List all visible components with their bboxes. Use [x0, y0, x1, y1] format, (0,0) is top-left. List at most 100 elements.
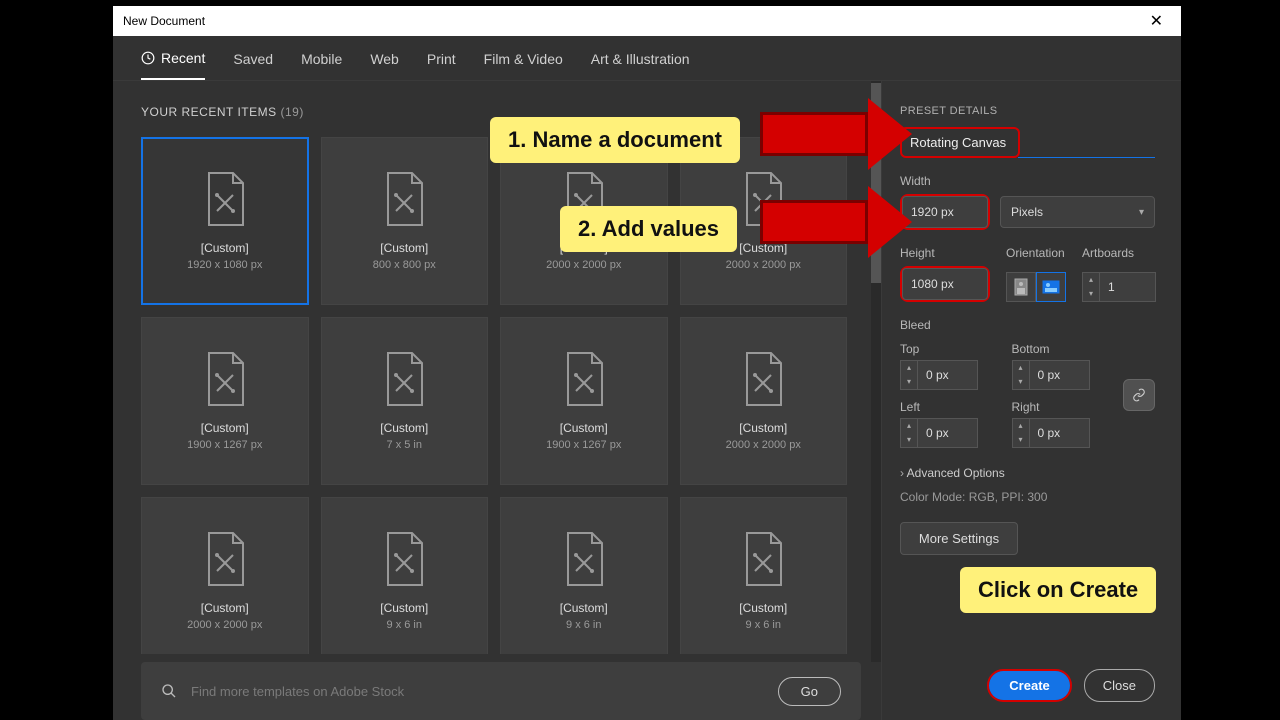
- bleed-right-label: Right: [1012, 400, 1110, 414]
- preset-card[interactable]: [Custom] 1920 x 1080 px: [141, 137, 309, 305]
- document-icon: [382, 171, 426, 227]
- more-settings-button[interactable]: More Settings: [900, 522, 1018, 555]
- annotation-step3: Click on Create: [960, 567, 1156, 613]
- close-button[interactable]: Close: [1084, 669, 1155, 702]
- bleed-left-input[interactable]: [918, 418, 978, 448]
- bleed-label: Bleed: [900, 318, 1155, 332]
- close-icon[interactable]: ✕: [1142, 7, 1171, 35]
- bleed-top-stepper[interactable]: ▴▾: [900, 360, 918, 390]
- card-title: [Custom]: [201, 421, 249, 435]
- left-panel: YOUR RECENT ITEMS (19) [Custom] 1920 x 10…: [113, 81, 881, 720]
- preset-details-heading: PRESET DETAILS: [900, 105, 1155, 117]
- card-title: [Custom]: [560, 421, 608, 435]
- preset-card[interactable]: [Custom] 7 x 5 in: [321, 317, 489, 485]
- card-dimensions: 2000 x 2000 px: [187, 619, 262, 631]
- height-label: Height: [900, 246, 990, 260]
- bleed-bottom-stepper[interactable]: ▴▾: [1012, 360, 1030, 390]
- tab-web[interactable]: Web: [370, 50, 399, 80]
- card-title: [Custom]: [380, 421, 428, 435]
- color-mode-info: Color Mode: RGB, PPI: 300: [900, 490, 1155, 504]
- tab-print[interactable]: Print: [427, 50, 456, 80]
- bleed-left-label: Left: [900, 400, 998, 414]
- orientation-label: Orientation: [1006, 246, 1066, 260]
- bleed-right-input[interactable]: [1030, 418, 1090, 448]
- advanced-options-toggle[interactable]: Advanced Options: [900, 466, 1155, 480]
- annotation-arrow-2: [760, 200, 868, 244]
- preset-details-panel: PRESET DETAILS Width Pixels ▾ Height: [881, 81, 1181, 720]
- document-icon: [203, 531, 247, 587]
- card-dimensions: 2000 x 2000 px: [726, 439, 801, 451]
- preset-card[interactable]: [Custom] 1900 x 1267 px: [141, 317, 309, 485]
- document-icon: [203, 351, 247, 407]
- units-value: Pixels: [1011, 205, 1043, 219]
- card-dimensions: 9 x 6 in: [746, 619, 781, 631]
- create-button[interactable]: Create: [989, 671, 1069, 700]
- stock-search-bar: Go: [141, 662, 861, 720]
- card-dimensions: 2000 x 2000 px: [726, 259, 801, 271]
- titlebar-title: New Document: [123, 14, 205, 28]
- link-bleed-button[interactable]: [1123, 379, 1155, 411]
- preset-card[interactable]: [Custom] 9 x 6 in: [500, 497, 668, 654]
- document-icon: [382, 351, 426, 407]
- section-count: (19): [280, 105, 303, 119]
- card-dimensions: 1900 x 1267 px: [187, 439, 262, 451]
- tab-mobile[interactable]: Mobile: [301, 50, 342, 80]
- document-icon: [741, 531, 785, 587]
- clock-icon: [141, 51, 155, 65]
- titlebar: New Document ✕: [113, 6, 1181, 36]
- preset-card[interactable]: [Custom] 2000 x 2000 px: [680, 317, 848, 485]
- width-input[interactable]: [902, 196, 988, 228]
- stock-search-input[interactable]: [191, 684, 764, 699]
- bleed-bottom-input[interactable]: [1030, 360, 1090, 390]
- bleed-bottom-label: Bottom: [1012, 342, 1110, 356]
- tab-saved[interactable]: Saved: [233, 50, 273, 80]
- card-title: [Custom]: [560, 601, 608, 615]
- card-title: [Custom]: [201, 601, 249, 615]
- orientation-portrait-button[interactable]: [1006, 272, 1036, 302]
- units-select[interactable]: Pixels ▾: [1000, 196, 1155, 228]
- card-dimensions: 800 x 800 px: [373, 259, 436, 271]
- preset-grid: [Custom] 1920 x 1080 px [Custom] 800 x 800 …: [141, 137, 861, 654]
- card-dimensions: 1900 x 1267 px: [546, 439, 621, 451]
- artboards-label: Artboards: [1082, 246, 1156, 260]
- card-title: [Custom]: [201, 241, 249, 255]
- card-dimensions: 2000 x 2000 px: [546, 259, 621, 271]
- preset-card[interactable]: [Custom] 800 x 800 px: [321, 137, 489, 305]
- card-title: [Custom]: [739, 421, 787, 435]
- card-dimensions: 1920 x 1080 px: [187, 259, 262, 271]
- preset-card[interactable]: [Custom] 9 x 6 in: [321, 497, 489, 654]
- card-dimensions: 9 x 6 in: [566, 619, 601, 631]
- height-input[interactable]: [902, 268, 988, 300]
- go-button[interactable]: Go: [778, 677, 841, 706]
- tab-recent[interactable]: Recent: [141, 50, 205, 80]
- width-label: Width: [900, 174, 1155, 188]
- document-name-input[interactable]: [906, 129, 1014, 156]
- card-title: [Custom]: [380, 601, 428, 615]
- bleed-top-input[interactable]: [918, 360, 978, 390]
- preset-card[interactable]: [Custom] 1900 x 1267 px: [500, 317, 668, 485]
- artboards-input[interactable]: [1100, 272, 1156, 302]
- category-tabs: Recent Saved Mobile Web Print Film & Video Art…: [113, 36, 1181, 81]
- document-icon: [562, 351, 606, 407]
- annotation-step1: 1. Name a document: [490, 117, 740, 163]
- bleed-right-stepper[interactable]: ▴▾: [1012, 418, 1030, 448]
- card-title: [Custom]: [380, 241, 428, 255]
- card-title: [Custom]: [739, 601, 787, 615]
- preset-card[interactable]: [Custom] 2000 x 2000 px: [141, 497, 309, 654]
- section-title-text: YOUR RECENT ITEMS: [141, 105, 277, 119]
- card-dimensions: 9 x 6 in: [387, 619, 422, 631]
- search-icon: [161, 683, 177, 699]
- annotation-arrow-1: [760, 112, 868, 156]
- artboards-stepper[interactable]: ▴▾: [1082, 272, 1100, 302]
- document-icon: [382, 531, 426, 587]
- card-dimensions: 7 x 5 in: [387, 439, 422, 451]
- orientation-landscape-button[interactable]: [1036, 272, 1066, 302]
- tab-film-video[interactable]: Film & Video: [484, 50, 563, 80]
- preset-card[interactable]: [Custom] 9 x 6 in: [680, 497, 848, 654]
- document-icon: [741, 351, 785, 407]
- tab-art-illustration[interactable]: Art & Illustration: [591, 50, 690, 80]
- document-icon: [203, 171, 247, 227]
- bleed-left-stepper[interactable]: ▴▾: [900, 418, 918, 448]
- annotation-step2: 2. Add values: [560, 206, 737, 252]
- document-icon: [562, 531, 606, 587]
